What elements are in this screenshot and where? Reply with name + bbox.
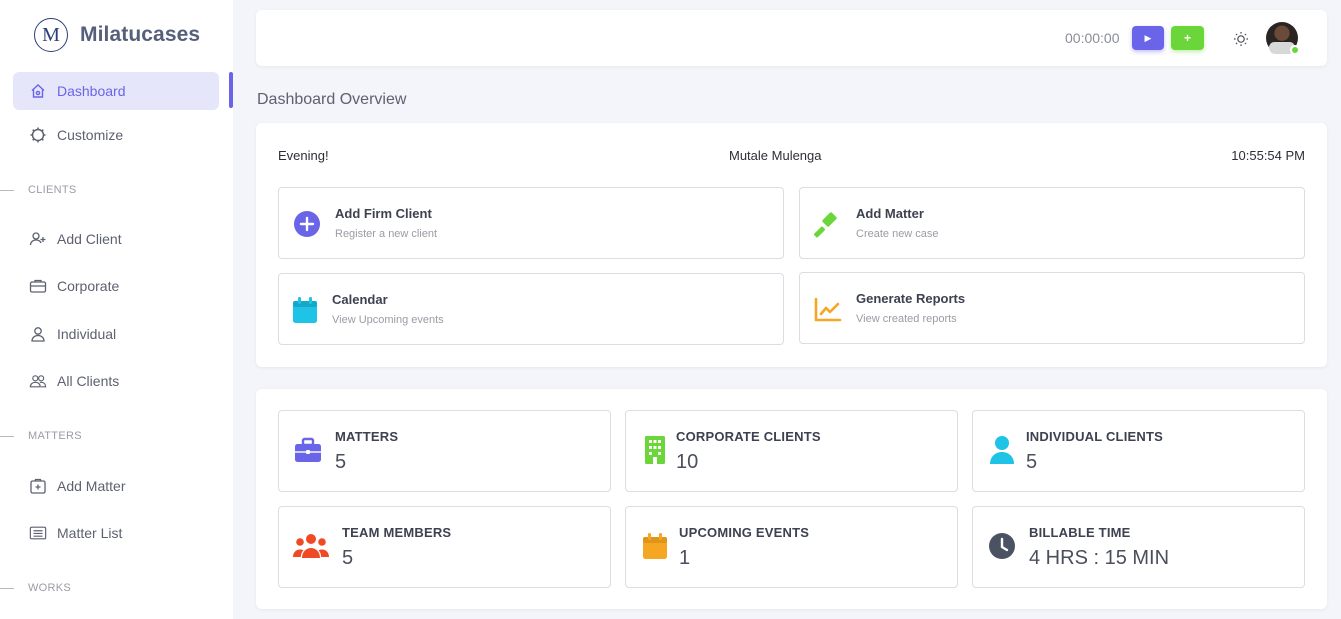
- sidebar-item-label: Add Matter: [57, 478, 126, 494]
- timer-display: 00:00:00: [1065, 30, 1120, 46]
- add-time-button[interactable]: +: [1171, 26, 1204, 50]
- stat-matters[interactable]: MATTERS 5: [278, 410, 611, 492]
- sidebar-item-individual[interactable]: Individual: [13, 315, 219, 353]
- generate-reports-button[interactable]: Generate Reports View created reports: [799, 272, 1305, 344]
- action-title: Calendar: [332, 292, 388, 307]
- home-icon: [29, 82, 47, 100]
- gavel-icon: [814, 210, 842, 238]
- briefcase-icon: [293, 435, 323, 465]
- sidebar-item-corporate[interactable]: Corporate: [13, 267, 219, 305]
- section-title: MATTERS: [28, 430, 82, 442]
- sidebar: M Milatucases Dashboard Customize CLIENT…: [0, 0, 233, 619]
- topbar: 00:00:00 ▶ +: [256, 10, 1327, 66]
- sidebar-item-label: Matter List: [57, 525, 123, 541]
- briefcase-icon: [29, 277, 47, 295]
- add-matter-button[interactable]: Add Matter Create new case: [799, 187, 1305, 259]
- chart-line-icon: [814, 295, 842, 323]
- stat-value: 5: [342, 547, 354, 569]
- user-icon: [29, 325, 47, 343]
- section-title: WORKS: [28, 582, 72, 594]
- sidebar-item-add-client[interactable]: Add Client: [13, 220, 219, 258]
- list-icon: [29, 524, 47, 542]
- sidebar-item-label: Dashboard: [57, 83, 126, 99]
- action-subtitle: Create new case: [856, 228, 939, 240]
- calendar-icon: [640, 531, 670, 561]
- gear-icon: [29, 126, 47, 144]
- sidebar-item-customize[interactable]: Customize: [13, 116, 219, 154]
- section-works: WORKS: [0, 582, 71, 594]
- action-title: Generate Reports: [856, 291, 966, 306]
- action-subtitle: Register a new client: [335, 228, 438, 240]
- stat-label: BILLABLE TIME: [1029, 525, 1131, 540]
- stat-individual-clients[interactable]: INDIVIDUAL CLIENTS 5: [972, 410, 1305, 492]
- current-time: 10:55:54 PM: [1231, 148, 1305, 163]
- sidebar-item-matter-list[interactable]: Matter List: [13, 514, 219, 552]
- sidebar-item-add-matter[interactable]: Add Matter: [13, 467, 219, 505]
- folder-plus-icon: [29, 477, 47, 495]
- sidebar-item-label: All Clients: [57, 373, 120, 389]
- calendar-icon: [291, 296, 319, 324]
- stat-label: MATTERS: [335, 429, 399, 444]
- sidebar-item-dashboard[interactable]: Dashboard: [13, 72, 219, 110]
- stat-billable-time[interactable]: BILLABLE TIME 4 HRS : 15 MIN: [972, 506, 1305, 588]
- stat-value: 5: [335, 451, 347, 473]
- action-subtitle: View Upcoming events: [332, 314, 444, 326]
- calendar-button[interactable]: Calendar View Upcoming events: [278, 273, 784, 345]
- team-icon: [293, 531, 329, 561]
- online-status-icon: [1290, 45, 1300, 55]
- overview-card: Evening! Mutale Mulenga 10:55:54 PM Add …: [256, 123, 1327, 367]
- plus-circle-icon: [293, 210, 321, 238]
- brand-name: Milatucases: [80, 23, 201, 46]
- stat-value: 1: [679, 547, 691, 569]
- sidebar-item-label: Add Client: [57, 231, 122, 247]
- stat-corporate-clients[interactable]: CORPORATE CLIENTS 10: [625, 410, 958, 492]
- action-subtitle: View created reports: [856, 313, 957, 325]
- sun-icon[interactable]: [1232, 30, 1250, 48]
- brand[interactable]: M Milatucases: [34, 18, 200, 52]
- sidebar-item-label: Individual: [57, 326, 117, 342]
- user-icon: [987, 435, 1017, 465]
- user-name: Mutale Mulenga: [729, 148, 822, 163]
- users-icon: [29, 372, 47, 390]
- section-matters: MATTERS: [0, 430, 82, 442]
- stat-team-members[interactable]: TEAM MEMBERS 5: [278, 506, 611, 588]
- page-title: Dashboard Overview: [257, 91, 407, 108]
- user-plus-icon: [29, 230, 47, 248]
- stat-value: 4 HRS : 15 MIN: [1029, 547, 1170, 569]
- sidebar-item-label: Corporate: [57, 278, 120, 294]
- stat-label: UPCOMING EVENTS: [679, 525, 810, 540]
- sidebar-item-label: Customize: [57, 127, 124, 143]
- stat-value: 10: [676, 451, 699, 473]
- stat-label: TEAM MEMBERS: [342, 525, 452, 540]
- stat-value: 5: [1026, 451, 1038, 473]
- start-timer-button[interactable]: ▶: [1132, 26, 1164, 50]
- active-indicator: [229, 72, 233, 108]
- clock-icon: [987, 531, 1017, 561]
- stats-card: MATTERS 5 CORPORATE CLIENTS 10 INDIVIDUA…: [256, 389, 1327, 609]
- action-title: Add Firm Client: [335, 206, 432, 221]
- avatar[interactable]: [1266, 22, 1300, 55]
- logo-icon: M: [34, 18, 68, 52]
- section-title: CLIENTS: [28, 184, 77, 196]
- stat-upcoming-events[interactable]: UPCOMING EVENTS 1: [625, 506, 958, 588]
- stat-label: INDIVIDUAL CLIENTS: [1026, 429, 1163, 444]
- greeting: Evening!: [278, 148, 329, 163]
- add-firm-client-button[interactable]: Add Firm Client Register a new client: [278, 187, 784, 259]
- stat-label: CORPORATE CLIENTS: [676, 429, 821, 444]
- section-clients: CLIENTS: [0, 184, 77, 196]
- action-title: Add Matter: [856, 206, 924, 221]
- building-icon: [640, 435, 670, 465]
- sidebar-item-all-clients[interactable]: All Clients: [13, 362, 219, 400]
